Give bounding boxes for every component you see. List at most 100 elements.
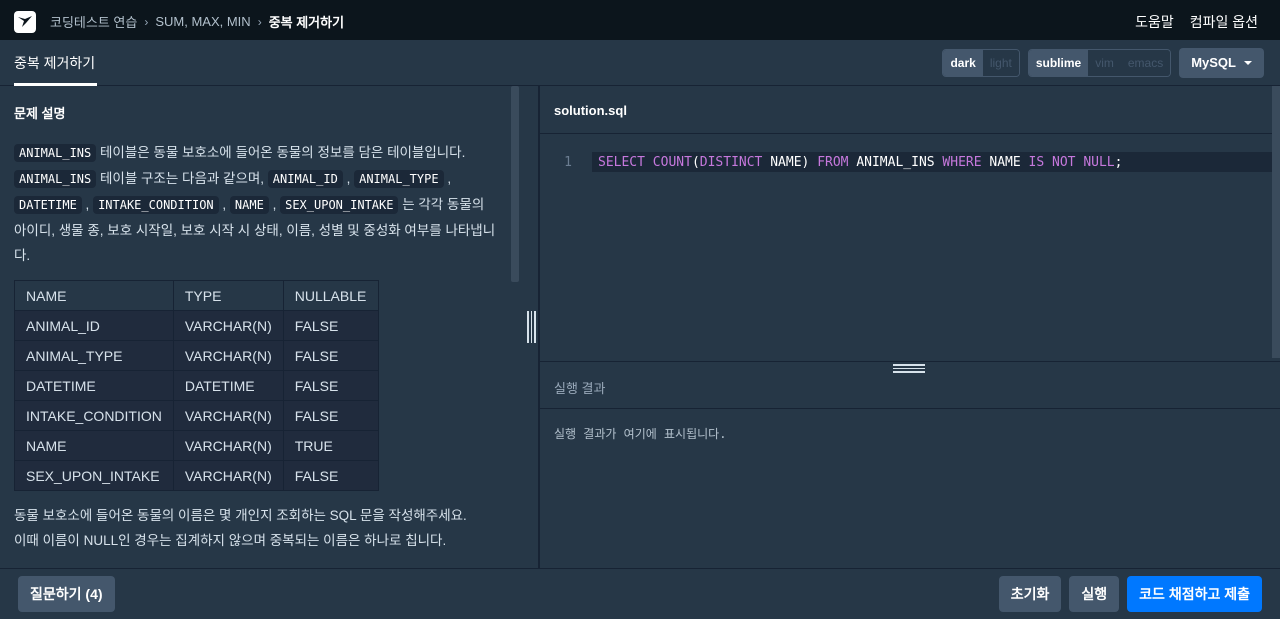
language-select[interactable]: MySQL (1179, 47, 1264, 78)
table-row: ANIMAL_ID VARCHAR(N) FALSE (14, 310, 379, 341)
sql-keyword: DISTINCT (699, 154, 763, 170)
editor-panel: solution.sql 1 SELECT COUNT(DISTINCT NAM… (540, 86, 1280, 568)
submit-button[interactable]: 코드 채점하고 제출 (1127, 576, 1262, 612)
result-header: 실행 결과 (540, 361, 1280, 409)
sql-text: NAME (981, 154, 1029, 170)
inline-code: ANIMAL_INS (14, 170, 97, 188)
table-row: SEX_UPON_INTAKE VARCHAR(N) FALSE (14, 460, 379, 491)
keymap-emacs-option[interactable]: emacs (1120, 49, 1171, 76)
reset-button[interactable]: 초기화 (998, 576, 1062, 612)
table-cell: ANIMAL_ID (14, 310, 174, 341)
sql-keyword: FROM (817, 154, 849, 170)
code-line[interactable]: 1 SELECT COUNT(DISTINCT NAME) FROM ANIMA… (540, 151, 1272, 173)
table-cell: FALSE (282, 370, 379, 401)
table-cell: FALSE (282, 310, 379, 341)
breadcrumb-item-coding-test[interactable]: 코딩테스트 연습 (50, 12, 137, 31)
description-text: 테이블은 동물 보호소에 들어온 동물의 정보를 담은 테이블입니다. (96, 145, 466, 160)
keymap-sublime-option[interactable]: sublime (1028, 49, 1089, 76)
table-cell: VARCHAR(N) (172, 400, 284, 431)
table-cell: VARCHAR(N) (172, 430, 284, 461)
table-header-row: NAME TYPE NULLABLE (14, 280, 379, 311)
table-header-cell: TYPE (172, 280, 284, 311)
table-cell: SEX_UPON_INTAKE (14, 460, 174, 491)
breadcrumb-item-category[interactable]: SUM, MAX, MIN (155, 14, 250, 29)
keymap-toggle: sublime vim emacs (1027, 48, 1172, 77)
table-header-cell: NAME (14, 280, 174, 311)
ask-question-button[interactable]: 질문하기 (4) (18, 576, 115, 612)
code-editor[interactable]: solution.sql 1 SELECT COUNT(DISTINCT NAM… (540, 86, 1280, 361)
schema-table: NAME TYPE NULLABLE ANIMAL_ID VARCHAR(N) FA… (14, 280, 379, 491)
table-row: INTAKE_CONDITION VARCHAR(N) FALSE (14, 400, 379, 431)
inline-code: ANIMAL_INS (14, 144, 97, 162)
description-text: 테이블 구조는 다음과 같으며, (96, 171, 268, 186)
table-cell: VARCHAR(N) (172, 340, 284, 371)
compile-options-link[interactable]: 컴파일 옵션 (1190, 12, 1258, 32)
sql-text: NAME) (762, 154, 818, 170)
table-cell: VARCHAR(N) (172, 310, 284, 341)
sql-text: ; (1114, 154, 1123, 170)
inline-code: ANIMAL_ID (267, 170, 343, 188)
editor-scrollbar[interactable] (1272, 86, 1280, 358)
inline-code: NAME (229, 196, 269, 214)
help-link[interactable]: 도움말 (1135, 12, 1174, 32)
tab-problem[interactable]: 중복 제거하기 (14, 40, 98, 86)
top-navigation: 코딩테스트 연습 › SUM, MAX, MIN › 중복 제거하기 도움말 컴… (0, 0, 1280, 40)
programmers-logo-icon[interactable] (14, 10, 36, 33)
table-cell: FALSE (282, 460, 379, 491)
table-cell: FALSE (282, 400, 379, 431)
inline-code: SEX_UPON_INTAKE (280, 196, 399, 214)
table-cell: NAME (14, 430, 174, 461)
table-row: NAME VARCHAR(N) TRUE (14, 430, 379, 461)
code-line-content[interactable]: SELECT COUNT(DISTINCT NAME) FROM ANIMAL_… (592, 152, 1272, 172)
inline-code: ANIMAL_TYPE (354, 170, 444, 188)
line-number: 1 (564, 154, 572, 170)
table-cell: FALSE (282, 340, 379, 371)
theme-dark-option[interactable]: dark (943, 49, 983, 76)
table-row: DATETIME DATETIME FALSE (14, 370, 379, 401)
sql-keyword: NOT (1052, 154, 1076, 170)
sql-text: ANIMAL_INS (848, 154, 943, 170)
sql-text: ( (691, 154, 700, 170)
theme-light-option[interactable]: light (982, 49, 1019, 76)
problem-scrollbar[interactable] (511, 86, 519, 282)
chevron-down-icon (1244, 60, 1252, 65)
table-cell: DATETIME (172, 370, 284, 401)
table-cell: INTAKE_CONDITION (14, 400, 174, 431)
table-header-cell: NULLABLE (282, 280, 379, 311)
result-output: 실행 결과가 여기에 표시됩니다. (554, 427, 727, 441)
inline-code: DATETIME (14, 196, 82, 214)
sql-keyword: WHERE (942, 154, 982, 170)
chevron-right-icon: › (144, 14, 149, 29)
table-cell: ANIMAL_TYPE (14, 340, 174, 371)
problem-heading: 문제 설명 (14, 106, 66, 121)
sql-keyword: IS (1028, 154, 1045, 170)
sql-keyword: NULL (1083, 154, 1115, 170)
table-cell: TRUE (282, 430, 379, 461)
theme-toggle: dark light (942, 48, 1020, 77)
sql-keyword: COUNT (652, 154, 692, 170)
sql-keyword: SELECT (598, 154, 645, 170)
run-button[interactable]: 실행 (1069, 576, 1120, 612)
chevron-right-icon: › (257, 14, 262, 29)
result-title: 실행 결과 (554, 381, 606, 396)
problem-description: ANIMAL_INS 테이블은 동물 보호소에 들어온 동물의 정보를 담은 테… (14, 144, 496, 263)
inline-code: INTAKE_CONDITION (93, 196, 219, 214)
problem-task: 동물 보호소에 들어온 동물의 이름은 몇 개인지 조회하는 SQL 문을 작성… (14, 503, 498, 553)
task-line: 이때 이름이 NULL인 경우는 집계하지 않으며 중복되는 이름은 하나로 칩… (14, 533, 447, 548)
breadcrumb: 코딩테스트 연습 › SUM, MAX, MIN › 중복 제거하기 (50, 12, 344, 31)
table-cell: DATETIME (14, 370, 174, 401)
table-row: ANIMAL_TYPE VARCHAR(N) FALSE (14, 340, 379, 371)
task-line: 동물 보호소에 들어온 동물의 이름은 몇 개인지 조회하는 SQL 문을 작성… (14, 508, 467, 523)
resize-handle-vertical[interactable] (527, 311, 536, 343)
language-select-label: MySQL (1191, 55, 1236, 70)
table-cell: VARCHAR(N) (172, 460, 284, 491)
footer-bar: 질문하기 (4) 초기화 실행 코드 채점하고 제출 (0, 568, 1280, 619)
problem-panel[interactable]: 문제 설명 ANIMAL_INS 테이블은 동물 보호소에 들어온 동물의 정보… (0, 86, 520, 568)
sub-header: 중복 제거하기 dark light sublime vim emacs MyS… (0, 40, 1280, 86)
file-name: solution.sql (554, 103, 627, 118)
keymap-vim-option[interactable]: vim (1088, 49, 1121, 76)
breadcrumb-item-current: 중복 제거하기 (268, 15, 345, 30)
